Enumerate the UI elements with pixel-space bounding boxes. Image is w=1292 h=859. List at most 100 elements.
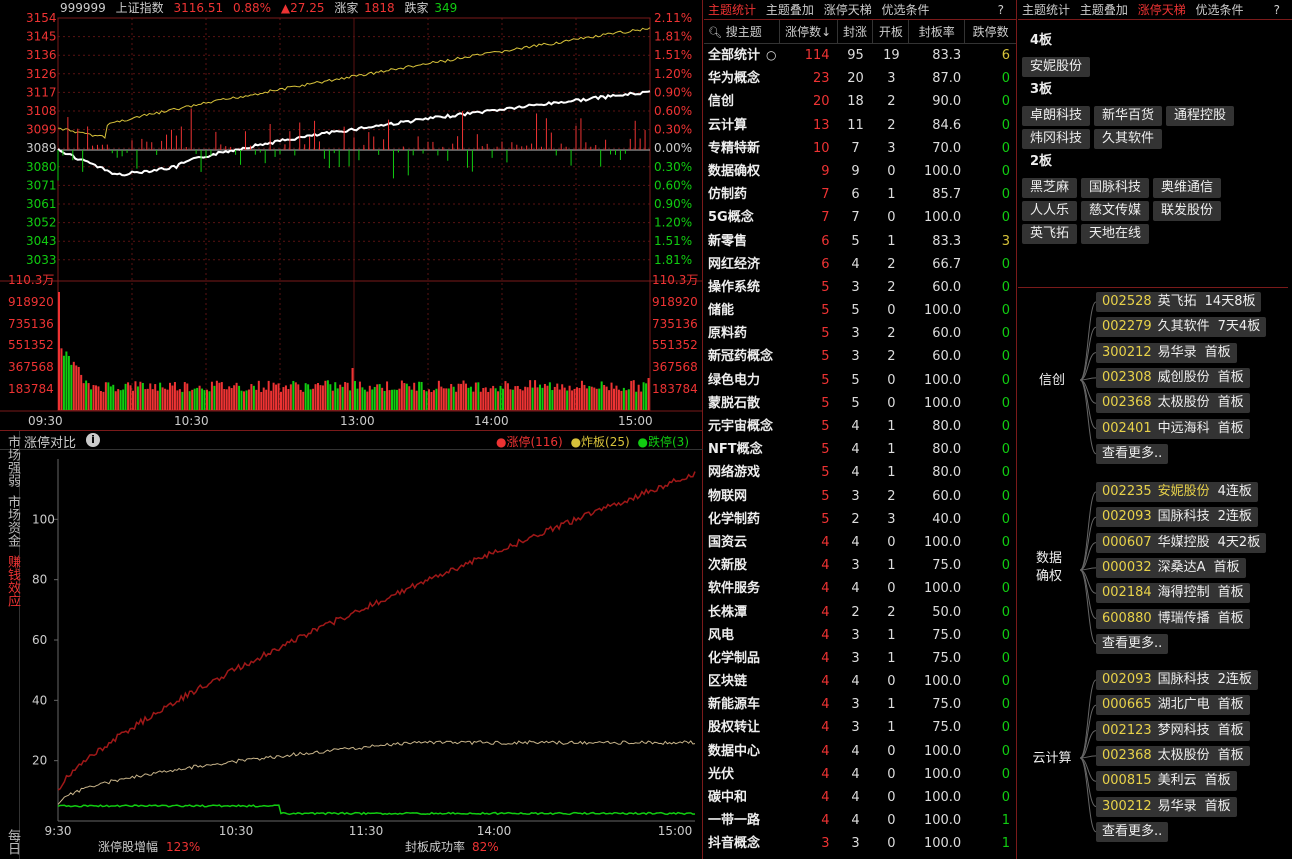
table-row[interactable]: 碳中和 4 4 0 100.0 0 [704,786,1016,809]
table-row[interactable]: 云计算 13 11 2 84.6 0 [704,114,1016,137]
col-limit-up[interactable]: 涨停数↓ [780,20,838,43]
view-more-button[interactable]: 查看更多.. [1096,821,1169,842]
table-row[interactable]: 数据中心 4 4 0 100.0 0 [704,740,1016,763]
group-stock[interactable]: 002401 中远海科 首板 [1096,418,1250,439]
table-row[interactable]: 长株潭 4 2 2 50.0 0 [704,601,1016,624]
limit-up-count: 5 [821,372,830,388]
help-icon[interactable]: ? [998,0,1004,20]
col-opened[interactable]: 开板 [873,20,910,43]
group-stock[interactable]: 000815 美利云 首板 [1096,771,1237,792]
table-row[interactable]: 仿制药 7 6 1 85.7 0 [704,183,1016,206]
table-row[interactable]: 化学制品 4 3 1 75.0 0 [704,647,1016,670]
ladder-stock-chip[interactable]: 卓朗科技 [1022,106,1091,126]
table-row[interactable]: 信创 20 18 2 90.0 0 [704,90,1016,113]
limit-compare-chart[interactable]: 100 80 60 40 20 9:30 10:30 11:30 14:00 15:00 涨停股增幅… [20,451,703,859]
group-stock[interactable]: 000607 华媒控股 4天2板 [1096,532,1267,553]
tab-theme-stats[interactable]: 主题统计 [1022,3,1070,17]
col-limit-down[interactable]: 跌停数 [965,20,1016,43]
group-stock[interactable]: 002123 梦网科技 首板 [1096,720,1250,741]
col-seal-rate[interactable]: 封板率 [909,20,966,43]
tab-daily[interactable]: 每日 [0,825,20,859]
table-row[interactable]: 专精特新 10 7 3 70.0 0 [704,137,1016,160]
tab-limit-ladder[interactable]: 涨停天梯 [824,3,872,17]
table-row[interactable]: 次新股 4 3 1 75.0 0 [704,554,1016,577]
ladder-stock-chip[interactable]: 新华百货 [1094,106,1163,126]
table-row[interactable]: 国资云 4 4 0 100.0 0 [704,531,1016,554]
group-stock[interactable]: 002308 威创股份 首板 [1096,367,1250,388]
view-more-button[interactable]: 查看更多.. [1096,633,1169,654]
ladder-stock-chip[interactable]: 英飞拓 [1022,224,1078,244]
table-row[interactable]: 一带一路 4 4 0 100.0 1 [704,809,1016,832]
group-stock[interactable]: 002368 太极股份 首板 [1096,393,1250,414]
tab-market-funds[interactable]: 市场资金 [0,491,20,551]
col-sealed[interactable]: 封涨 [838,20,874,43]
table-row[interactable]: 软件服务 4 4 0 100.0 0 [704,577,1016,600]
ladder-stock-chip[interactable]: 人人乐 [1022,201,1078,221]
volume-bar [228,386,231,410]
group-stock[interactable]: 600880 博瑞传播 首板 [1096,608,1250,629]
table-row[interactable]: 新零售 6 5 1 83.3 3 [704,230,1016,253]
table-row[interactable]: 操作系统 5 3 2 60.0 0 [704,276,1016,299]
table-row[interactable]: 网红经济 6 4 2 66.7 0 [704,253,1016,276]
index-intraday-chart[interactable]: 3154314531363126311731083099308930803071… [0,0,703,430]
group-stock[interactable]: 002279 久其软件 7天4板 [1096,317,1267,338]
info-icon[interactable]: i [86,433,100,447]
table-row[interactable]: 数据确权 9 9 0 100.0 0 [704,160,1016,183]
ladder-stock-chip[interactable]: 慈文传媒 [1081,201,1150,221]
help-icon[interactable]: ? [1274,0,1280,20]
table-row[interactable]: 原料药 5 3 2 60.0 0 [704,322,1016,345]
table-row[interactable]: 股权转让 4 3 1 75.0 0 [704,716,1016,739]
volume-bar [102,391,105,410]
theme-search[interactable]: 🔍︎ 搜主题 [704,20,780,43]
tab-filters[interactable]: 优选条件 [882,3,930,17]
ladder-stock-chip[interactable]: 黑芝麻 [1022,178,1078,198]
table-row[interactable]: NFT概念 5 4 1 80.0 0 [704,438,1016,461]
group-stock[interactable]: 300212 易华录 首板 [1096,796,1237,817]
group-stock[interactable]: 002093 国脉科技 2连板 [1096,670,1258,690]
table-row[interactable]: 元宇宙概念 5 4 1 80.0 0 [704,415,1016,438]
table-row[interactable]: 化学制药 5 2 3 40.0 0 [704,508,1016,531]
tab-market-strength[interactable]: 市场强弱 [0,431,20,491]
group-stock[interactable]: 300212 易华录 首板 [1096,342,1237,363]
table-row[interactable]: 华为概念 23 20 3 87.0 0 [704,67,1016,90]
volume-bar [284,385,287,410]
ladder-stock-chip[interactable]: 久其软件 [1094,129,1163,149]
tab-profit-effect[interactable]: 赚钱效应 [0,551,20,611]
ladder-stock-chip[interactable]: 奥维通信 [1153,178,1222,198]
group-stock[interactable]: 002368 太极股份 首板 [1096,745,1250,766]
group-stock[interactable]: 002093 国脉科技 2连板 [1096,507,1258,528]
ladder-stock-chip[interactable]: 天地在线 [1081,224,1150,244]
footer-growth-value: 123% [166,840,200,854]
table-row[interactable]: 新能源车 4 3 1 75.0 0 [704,693,1016,716]
table-row[interactable]: 新冠药概念 5 3 2 60.0 0 [704,345,1016,368]
table-row[interactable]: 光伏 4 4 0 100.0 0 [704,763,1016,786]
tab-theme-stats[interactable]: 主题统计 [708,3,756,17]
table-row[interactable]: 网络游戏 5 4 1 80.0 0 [704,461,1016,484]
table-row[interactable]: 物联网 5 3 2 60.0 0 [704,485,1016,508]
pct-tick: 1.51% [654,234,692,248]
table-row[interactable]: 全部统计 114 95 19 83.3 6 ○ [704,44,1016,67]
table-row[interactable]: 区块链 4 4 0 100.0 0 [704,670,1016,693]
table-row[interactable]: 5G概念 7 7 0 100.0 0 [704,206,1016,229]
ladder-stock-chip[interactable]: 安妮股份 [1022,57,1091,77]
table-row[interactable]: 蒙脱石散 5 5 0 100.0 0 [704,392,1016,415]
group-stock[interactable]: 002528 英飞拓 14天8板 [1096,292,1262,312]
ladder-stock-chip[interactable]: 通程控股 [1166,106,1235,126]
group-stock[interactable]: 002184 海得控制 首板 [1096,583,1250,604]
group-stock[interactable]: 000665 湖北广电 首板 [1096,695,1250,716]
ladder-stock-chip[interactable]: 联发股份 [1153,201,1222,221]
table-row[interactable]: 绿色电力 5 5 0 100.0 0 [704,369,1016,392]
group-stock[interactable]: 002235 安妮股份 4连板 [1096,482,1258,502]
table-row[interactable]: 储能 5 5 0 100.0 0 [704,299,1016,322]
ladder-stock-chip[interactable]: 国脉科技 [1081,178,1150,198]
tab-theme-overlay[interactable]: 主题叠加 [1080,3,1128,17]
tab-limit-ladder[interactable]: 涨停天梯 [1138,3,1186,17]
view-more-button[interactable]: 查看更多.. [1096,443,1169,464]
tab-theme-overlay[interactable]: 主题叠加 [766,3,814,17]
ladder-stock-chip[interactable]: 炜冈科技 [1022,129,1091,149]
refresh-icon[interactable]: ○ [766,44,776,67]
tab-filters[interactable]: 优选条件 [1196,3,1244,17]
group-stock[interactable]: 000032 深桑达A 首板 [1096,557,1246,578]
table-row[interactable]: 风电 4 3 1 75.0 0 [704,624,1016,647]
table-row[interactable]: 抖音概念 3 3 0 100.0 1 [704,832,1016,855]
